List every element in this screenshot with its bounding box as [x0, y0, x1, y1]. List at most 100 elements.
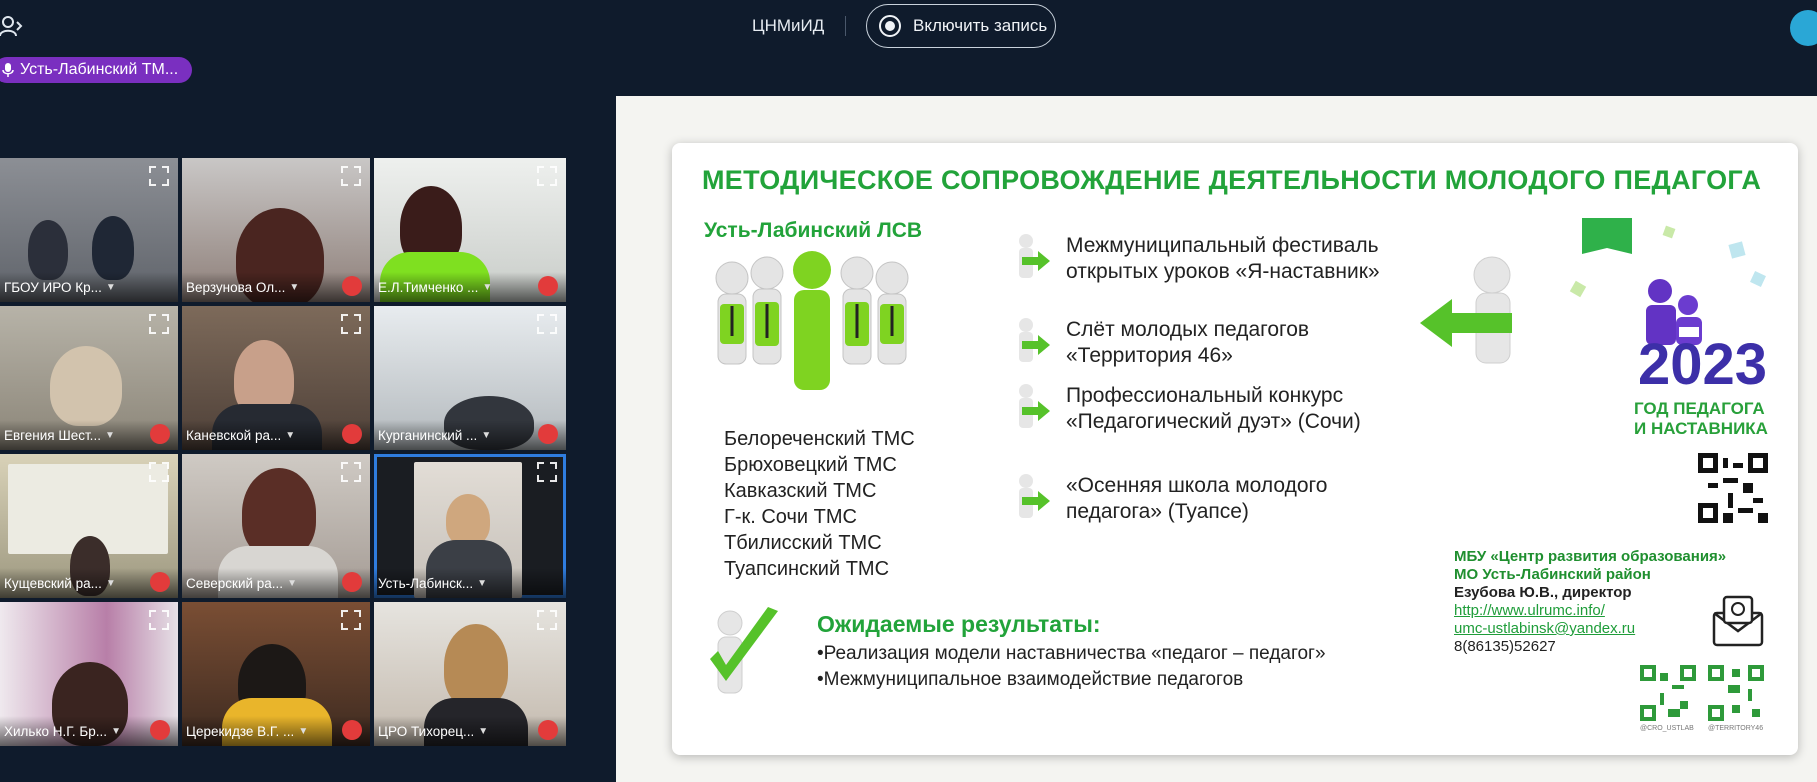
chevron-down-icon[interactable]: ▼: [289, 282, 299, 293]
tms-list: Белореченский ТМС Брюховецкий ТМС Кавказ…: [724, 426, 915, 582]
chevron-down-icon[interactable]: ▼: [478, 726, 488, 737]
tile-name: Е.Л.Тимченко ...: [378, 279, 479, 295]
video-tile[interactable]: ЦРО Тихорец... ▼: [374, 602, 566, 746]
list-item: Кавказский ТМС: [724, 480, 877, 502]
chevron-down-icon[interactable]: ▼: [106, 578, 116, 589]
list-item: Тбилисский ТМС: [724, 532, 882, 554]
tile-name: Курганинский ...: [378, 427, 478, 443]
list-item: «Осенняя школа молодого педагога» (Туапс…: [1012, 473, 1412, 529]
phone-number: 8(86135)52627: [1454, 638, 1556, 655]
results-list: •Реализация модели наставничества «педаг…: [817, 641, 1326, 693]
qr-code: [1640, 665, 1696, 721]
expand-icon[interactable]: [536, 461, 558, 483]
tile-name: ГБОУ ИРО Кр...: [4, 279, 102, 295]
figure-arrow-icon: [1019, 384, 1050, 428]
figure-arrow-icon: [1019, 474, 1050, 518]
team-illustration: [715, 251, 909, 390]
expand-icon[interactable]: [536, 609, 558, 631]
chevron-down-icon[interactable]: ▼: [105, 430, 115, 441]
top-bar: ЦНМиИД Включить запись: [0, 0, 1817, 52]
mic-muted-icon: [342, 276, 362, 296]
figure-with-arrow-illustration: [1420, 256, 1512, 364]
year-label: 2023: [1638, 332, 1768, 397]
expand-icon[interactable]: [340, 461, 362, 483]
website-link[interactable]: http://www.ulrumc.info/: [1454, 602, 1726, 620]
presentation-slide: МЕТОДИЧЕСКОЕ СОПРОВОЖДЕНИЕ ДЕЯТЕЛЬНОСТИ …: [672, 143, 1798, 755]
video-tile-active[interactable]: Усть-Лабинск... ▼: [374, 454, 566, 598]
qr-code: [1698, 453, 1768, 523]
video-tile[interactable]: Евгения Шест... ▼: [0, 306, 178, 450]
mic-muted-icon: [342, 572, 362, 592]
expand-icon[interactable]: [148, 313, 170, 335]
list-item: •Межмуниципальное взаимодействие педагог…: [817, 669, 1244, 690]
results-title: Ожидаемые результаты:: [817, 611, 1101, 637]
expand-icon[interactable]: [340, 165, 362, 187]
video-tile[interactable]: Северский ра... ▼: [182, 454, 370, 598]
participants-icon[interactable]: [0, 14, 26, 38]
figure-arrow-icon: [1019, 234, 1050, 278]
mic-muted-icon: [538, 276, 558, 296]
org-district: МО Усть-Лабинский район: [1454, 566, 1651, 583]
expand-icon[interactable]: [536, 313, 558, 335]
qr-caption: @CRO_USTLAB: [1640, 725, 1694, 732]
tile-name: Хилько Н.Г. Бр...: [4, 723, 108, 739]
tile-name: Усть-Лабинск...: [378, 575, 474, 591]
chevron-down-icon[interactable]: ▼: [298, 726, 308, 737]
expand-icon[interactable]: [340, 609, 362, 631]
expand-icon[interactable]: [148, 165, 170, 187]
chevron-down-icon[interactable]: ▼: [111, 726, 121, 737]
signal-quality-icon[interactable]: [1790, 10, 1817, 46]
meeting-name: ЦНМиИД: [752, 16, 825, 35]
chevron-down-icon[interactable]: ▼: [482, 282, 492, 293]
video-tile[interactable]: Кущевский ра... ▼: [0, 454, 178, 598]
lsv-title: Усть-Лабинский ЛСВ: [704, 219, 923, 242]
list-item: Межмуниципальный фестиваль открытых урок…: [1012, 233, 1412, 307]
list-item: Белореченский ТМС: [724, 428, 915, 450]
tile-name: Евгения Шест...: [4, 427, 101, 443]
chevron-down-icon[interactable]: ▼: [477, 578, 487, 589]
record-button[interactable]: Включить запись: [866, 4, 1056, 48]
list-item: Туапсинский ТМС: [724, 558, 890, 580]
video-tile[interactable]: Церекидзе В.Г. ... ▼: [182, 602, 370, 746]
checkmark-figure-icon: [710, 607, 778, 694]
video-tile[interactable]: Хилько Н.Г. Бр... ▼: [0, 602, 178, 746]
chevron-down-icon[interactable]: ▼: [287, 578, 297, 589]
video-tile[interactable]: ГБОУ ИРО Кр... ▼: [0, 158, 178, 302]
events-list: Межмуниципальный фестиваль открытых урок…: [1012, 233, 1412, 539]
mic-muted-icon: [538, 720, 558, 740]
mic-muted-icon: [342, 720, 362, 740]
list-item: Г-к. Сочи ТМС: [724, 506, 857, 528]
mic-muted-icon: [150, 572, 170, 592]
tile-name: Кущевский ра...: [4, 575, 102, 591]
divider: [845, 16, 846, 36]
video-tile[interactable]: Каневской ра... ▼: [182, 306, 370, 450]
qr-code: [1708, 665, 1764, 721]
active-speaker-badge: Усть-Лабинский ТМ...: [0, 57, 193, 83]
chevron-down-icon[interactable]: ▼: [285, 430, 295, 441]
expand-icon[interactable]: [148, 609, 170, 631]
expand-icon[interactable]: [536, 165, 558, 187]
video-grid: ГБОУ ИРО Кр... ▼ Верзунова Ол... ▼ Е.Л.Тим…: [0, 158, 566, 746]
video-tile[interactable]: Курганинский ... ▼: [374, 306, 566, 450]
video-tile[interactable]: Е.Л.Тимченко ... ▼: [374, 158, 566, 302]
tile-name: Каневской ра...: [186, 427, 282, 443]
list-item: Профессиональный конкурс «Педагогический…: [1012, 383, 1412, 463]
active-speaker-name: Усть-Лабинский ТМ...: [20, 61, 179, 78]
video-tile[interactable]: Верзунова Ол... ▼: [182, 158, 370, 302]
email-link[interactable]: umc-ustlabinsk@yandex.ru: [1454, 620, 1726, 638]
list-item: •Реализация модели наставничества «педаг…: [817, 643, 1326, 664]
chevron-down-icon[interactable]: ▼: [106, 282, 116, 293]
chevron-down-icon[interactable]: ▼: [481, 430, 491, 441]
year-of-teacher-logo: 2023 ГОД ПЕДАГОГА И НАСТАВНИКА: [1552, 213, 1792, 438]
mic-muted-icon: [538, 424, 558, 444]
mic-icon: [2, 63, 14, 77]
conference-window: ЦНМиИД Включить запись Усть-Лабинский ТМ…: [0, 0, 1817, 782]
qr-caption: @TERRITORY46: [1708, 725, 1764, 732]
expand-icon[interactable]: [148, 461, 170, 483]
mic-muted-icon: [342, 424, 362, 444]
tile-name: Верзунова Ол...: [186, 279, 286, 295]
list-item: Слёт молодых педагогов «Территория 46»: [1012, 317, 1412, 373]
year-subtitle: ГОД ПЕДАГОГА И НАСТАВНИКА: [1634, 399, 1768, 438]
expand-icon[interactable]: [340, 313, 362, 335]
mail-icon: [1712, 595, 1764, 647]
